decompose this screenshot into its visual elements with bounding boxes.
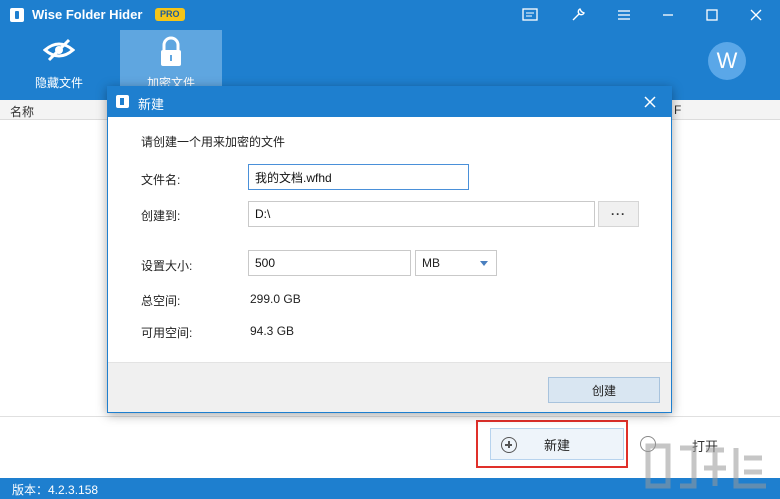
column-other[interactable]: F [674, 103, 681, 117]
free-space-value: 94.3 GB [250, 324, 295, 338]
dialog-title: 新建 [138, 97, 165, 112]
dialog-close-icon[interactable] [641, 93, 659, 111]
app-logo-icon [10, 8, 24, 22]
size-input[interactable]: 500 [248, 250, 411, 276]
tools-icon[interactable] [560, 0, 596, 30]
dialog-title-bar: 新建 [108, 87, 671, 117]
unit-select[interactable]: MB [415, 250, 497, 276]
title-bar: Wise Folder Hider PRO 隐藏文件 加密文件 W [0, 0, 780, 100]
padlock-icon [155, 36, 187, 66]
file-name-label: 文件名: [141, 173, 181, 187]
free-space-label: 可用空间: [141, 326, 193, 340]
watermark-logo [644, 440, 774, 496]
eye-slash-icon [42, 36, 76, 64]
unit-select-value: MB [422, 256, 440, 270]
dialog-footer: 创建 [108, 362, 671, 412]
new-button-label: 新建 [543, 437, 570, 453]
add-circle-icon [501, 437, 517, 453]
browse-button[interactable]: ··· [598, 201, 639, 227]
chevron-down-icon [480, 261, 488, 266]
avatar[interactable]: W [708, 42, 746, 80]
file-name-input[interactable]: 我的文档.wfhd [248, 164, 469, 190]
column-name[interactable]: 名称 [10, 103, 34, 120]
total-space-value: 299.0 GB [250, 292, 301, 306]
version-text: 版本：4.2.3.158 [12, 483, 99, 497]
create-to-input[interactable]: D:\ [248, 201, 595, 227]
create-to-label: 创建到: [141, 209, 181, 223]
dialog-body: 请创建一个用来加密的文件 文件名: 我的文档.wfhd 创建到: D:\ ···… [108, 117, 671, 362]
maximize-icon[interactable] [694, 0, 730, 30]
minimize-icon[interactable] [650, 0, 686, 30]
hide-files-tab[interactable]: 隐藏文件 [8, 30, 110, 100]
size-label: 设置大小: [141, 259, 193, 273]
close-icon[interactable] [738, 0, 774, 30]
app-title: Wise Folder Hider [32, 7, 143, 22]
total-space-label: 总空间: [141, 294, 181, 308]
message-icon[interactable] [512, 0, 548, 30]
menu-icon[interactable] [606, 0, 642, 30]
new-button[interactable]: 新建 [490, 428, 624, 460]
hide-files-label: 隐藏文件 [34, 76, 83, 90]
dialog-app-icon [116, 95, 129, 108]
new-file-dialog: 新建 请创建一个用来加密的文件 文件名: 我的文档.wfhd 创建到: D:\ … [107, 86, 672, 413]
create-button[interactable]: 创建 [548, 377, 660, 403]
pro-badge: PRO [155, 8, 185, 21]
dialog-prompt: 请创建一个用来加密的文件 [141, 135, 286, 149]
